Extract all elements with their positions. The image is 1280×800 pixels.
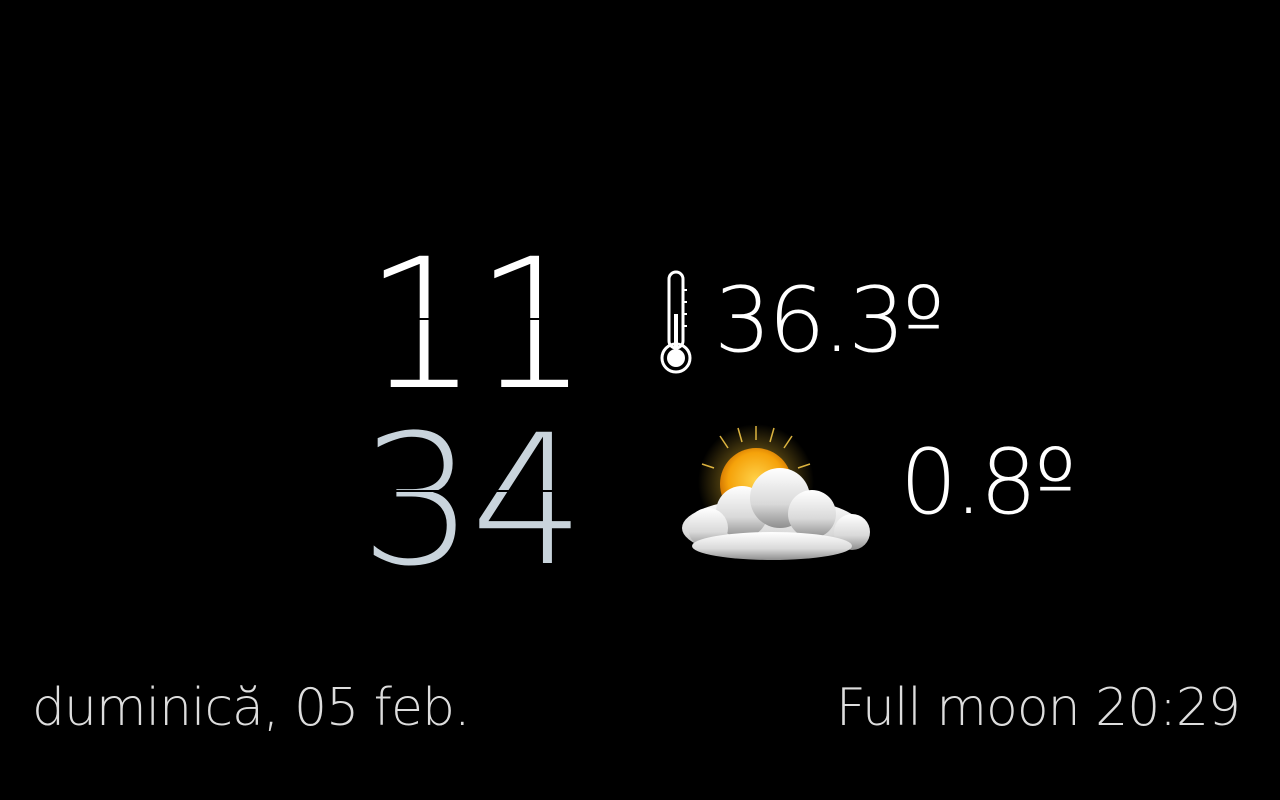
date-label: duminică, 05 feb. <box>32 678 471 738</box>
thermometer-icon <box>660 270 692 374</box>
partly-cloudy-icon <box>682 424 870 560</box>
hours-flip-divider <box>360 318 560 320</box>
clock-hours: 11 <box>364 221 589 430</box>
clock-screen: 11 34 36.3º 0.8º duminică, 05 feb. Full … <box>0 0 1280 800</box>
minutes-flip-divider <box>360 490 570 492</box>
indoor-temperature: 36.3º <box>714 268 945 373</box>
outdoor-temperature: 0.8º <box>900 430 1077 535</box>
moon-phase-label: Full moon 20:29 <box>835 678 1241 738</box>
clock-minutes: 34 <box>360 397 585 606</box>
